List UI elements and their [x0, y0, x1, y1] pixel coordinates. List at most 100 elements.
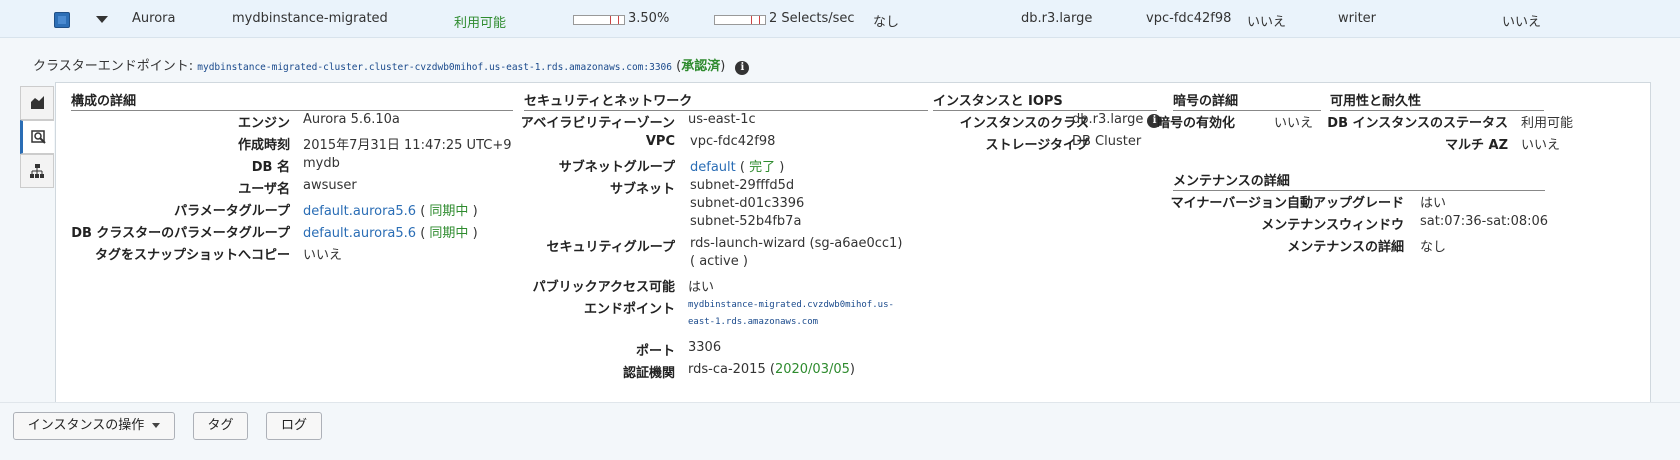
- connections-meter: [714, 15, 766, 25]
- instance-actions-label: インスタンスの操作: [27, 418, 145, 433]
- port-value: 3306: [688, 340, 722, 355]
- instance-class-label: インスタンスのクラス: [959, 116, 1089, 131]
- parameter-group-link[interactable]: default.aurora5.6: [303, 204, 416, 219]
- subnet-group-link[interactable]: default: [690, 160, 736, 175]
- subnet-group-value: default ( 完了 ): [690, 160, 785, 175]
- chevron-down-icon[interactable]: [96, 16, 108, 23]
- config-label: ユーザ名: [238, 182, 290, 197]
- public-access-label: パブリックアクセス可能: [532, 280, 675, 295]
- security-group-label: セキュリティグループ: [546, 240, 675, 255]
- ca-value: rds-ca-2015 (2020/03/05): [688, 362, 855, 377]
- multi-az-cell: いいえ: [1247, 15, 1287, 30]
- endpoint-value-line2: east-1.rds.amazonaws.com: [688, 317, 819, 327]
- vpc-link[interactable]: vpc-fdc42f98: [690, 134, 775, 149]
- parameter-group-link[interactable]: default.aurora5.6: [303, 226, 416, 241]
- engine-cell: Aurora: [132, 11, 176, 26]
- instance-row[interactable]: Aurora mydbinstance-migrated 利用可能 3.50% …: [0, 0, 1680, 38]
- multi-az-label: マルチ AZ: [1444, 138, 1508, 153]
- config-value: default.aurora5.6 ( 同期中 ): [303, 226, 478, 241]
- tab-details[interactable]: [20, 120, 54, 154]
- port-label: ポート: [635, 344, 675, 359]
- tab-topology[interactable]: [20, 154, 54, 188]
- subnet-link[interactable]: subnet-d01c3396: [690, 196, 804, 211]
- ca-date: 2020/03/05: [774, 362, 850, 377]
- instance-class-text: db.r3.large: [1072, 112, 1144, 127]
- status-cell: 利用可能: [454, 16, 507, 31]
- ca-name: rds-ca-2015: [688, 362, 766, 377]
- connections-cell: 2 Selects/sec: [769, 11, 855, 26]
- cpu-meter: [573, 15, 625, 25]
- tab-monitoring[interactable]: [20, 86, 54, 120]
- parameter-group-status: 同期中: [429, 226, 469, 241]
- storage-type-value: DB Cluster: [1072, 134, 1142, 149]
- hierarchy-icon: [30, 164, 44, 178]
- encryption-enabled-value: いいえ: [1274, 116, 1314, 131]
- config-section-title: 構成の詳細: [71, 90, 513, 111]
- config-value: default.aurora5.6 ( 同期中 ): [303, 204, 478, 219]
- config-label: DB 名: [251, 160, 290, 175]
- chevron-down-icon: [152, 423, 161, 428]
- identifier-cell[interactable]: mydbinstance-migrated: [232, 11, 388, 26]
- subnet-group-label: サブネットグループ: [558, 160, 675, 175]
- maintenance-window-value: sat:07:36-sat:08:06: [1420, 214, 1549, 229]
- area-chart-icon: [31, 96, 44, 109]
- config-label: タグをスナップショットへコピー: [94, 248, 290, 263]
- encryption-enabled-label: 暗号の有効化: [1156, 116, 1235, 131]
- db-status-label: DB インスタンスのステータス: [1327, 116, 1508, 131]
- magnifier-icon: [31, 130, 46, 144]
- maintenance-details-value: なし: [1420, 240, 1447, 255]
- auto-upgrade-label: マイナーバージョン自動アップグレード: [1170, 196, 1404, 211]
- endpoint-status: 承認済: [681, 59, 721, 74]
- tags-button[interactable]: タグ: [193, 412, 248, 440]
- instance-class-value: db.r3.large i: [1072, 112, 1162, 128]
- security-group-link[interactable]: rds-launch-wizard (sg-a6ae0cc1): [690, 236, 902, 251]
- config-value: いいえ: [303, 248, 343, 263]
- action-bar: [0, 402, 1680, 460]
- az-label: アベイラビリティーゾーン: [520, 116, 675, 131]
- auto-upgrade-value: はい: [1420, 196, 1447, 211]
- config-value: mydb: [303, 156, 340, 171]
- vpc-cell: vpc-fdc42f98: [1146, 11, 1232, 26]
- endpoint-label: エンドポイント: [583, 302, 675, 317]
- config-label: DB クラスターのパラメータグループ: [71, 226, 290, 241]
- subnet-link[interactable]: subnet-29fffd5d: [690, 178, 794, 193]
- endpoint-value-line1: mydbinstance-migrated.cvzdwb0mihof.us-: [688, 300, 894, 310]
- subnets-label: サブネット: [609, 182, 675, 197]
- cpu-cell: 3.50%: [628, 11, 670, 26]
- info-icon[interactable]: i: [735, 61, 750, 75]
- logs-button[interactable]: ログ: [266, 412, 322, 440]
- subnet-group-status: 完了: [749, 160, 776, 175]
- multi-az-value: いいえ: [1521, 138, 1561, 153]
- security-section-title: セキュリティとネットワーク: [524, 90, 928, 111]
- endpoint-status-close: ): [720, 59, 726, 74]
- maintenance-section-title: メンテナンスの詳細: [1173, 170, 1545, 191]
- config-label: 作成時刻: [237, 138, 290, 153]
- cluster-endpoint-label: クラスターエンドポイント:: [33, 59, 194, 74]
- replication-cell: なし: [873, 15, 900, 30]
- config-value: Aurora 5.6.10a: [303, 112, 400, 127]
- az-value: us-east-1c: [688, 112, 756, 127]
- public-access-value: はい: [688, 280, 715, 295]
- row-checkbox[interactable]: [54, 12, 70, 28]
- ca-label: 認証機関: [622, 366, 675, 381]
- security-group-status: ( active ): [690, 254, 748, 269]
- vpc-label: VPC: [645, 134, 675, 149]
- encryption-section-title: 暗号の詳細: [1173, 90, 1321, 111]
- subnet-link[interactable]: subnet-52b4fb7a: [690, 214, 801, 229]
- class-cell: db.r3.large: [1021, 11, 1093, 26]
- last-cell: いいえ: [1502, 15, 1542, 30]
- role-cell: writer: [1338, 11, 1377, 26]
- db-status-value: 利用可能: [1521, 116, 1574, 131]
- availability-section-title: 可用性と耐久性: [1330, 90, 1544, 111]
- instance-section-title: インスタンスと IOPS: [933, 90, 1157, 111]
- parameter-group-status: 同期中: [429, 204, 469, 219]
- config-label: エンジン: [237, 116, 290, 131]
- config-value: 2015年7月31日 11:47:25 UTC+9: [303, 138, 512, 153]
- config-label: パラメータグループ: [174, 204, 290, 219]
- cluster-endpoint-value: mydbinstance-migrated-cluster.cluster-cv…: [197, 62, 672, 73]
- instance-actions-button[interactable]: インスタンスの操作: [13, 412, 175, 440]
- config-value: awsuser: [303, 178, 357, 193]
- maintenance-window-label: メンテナンスウィンドウ: [1261, 218, 1404, 233]
- maintenance-details-label: メンテナンスの詳細: [1287, 240, 1404, 255]
- cluster-endpoint-line: クラスターエンドポイント: mydbinstance-migrated-clus…: [33, 55, 750, 75]
